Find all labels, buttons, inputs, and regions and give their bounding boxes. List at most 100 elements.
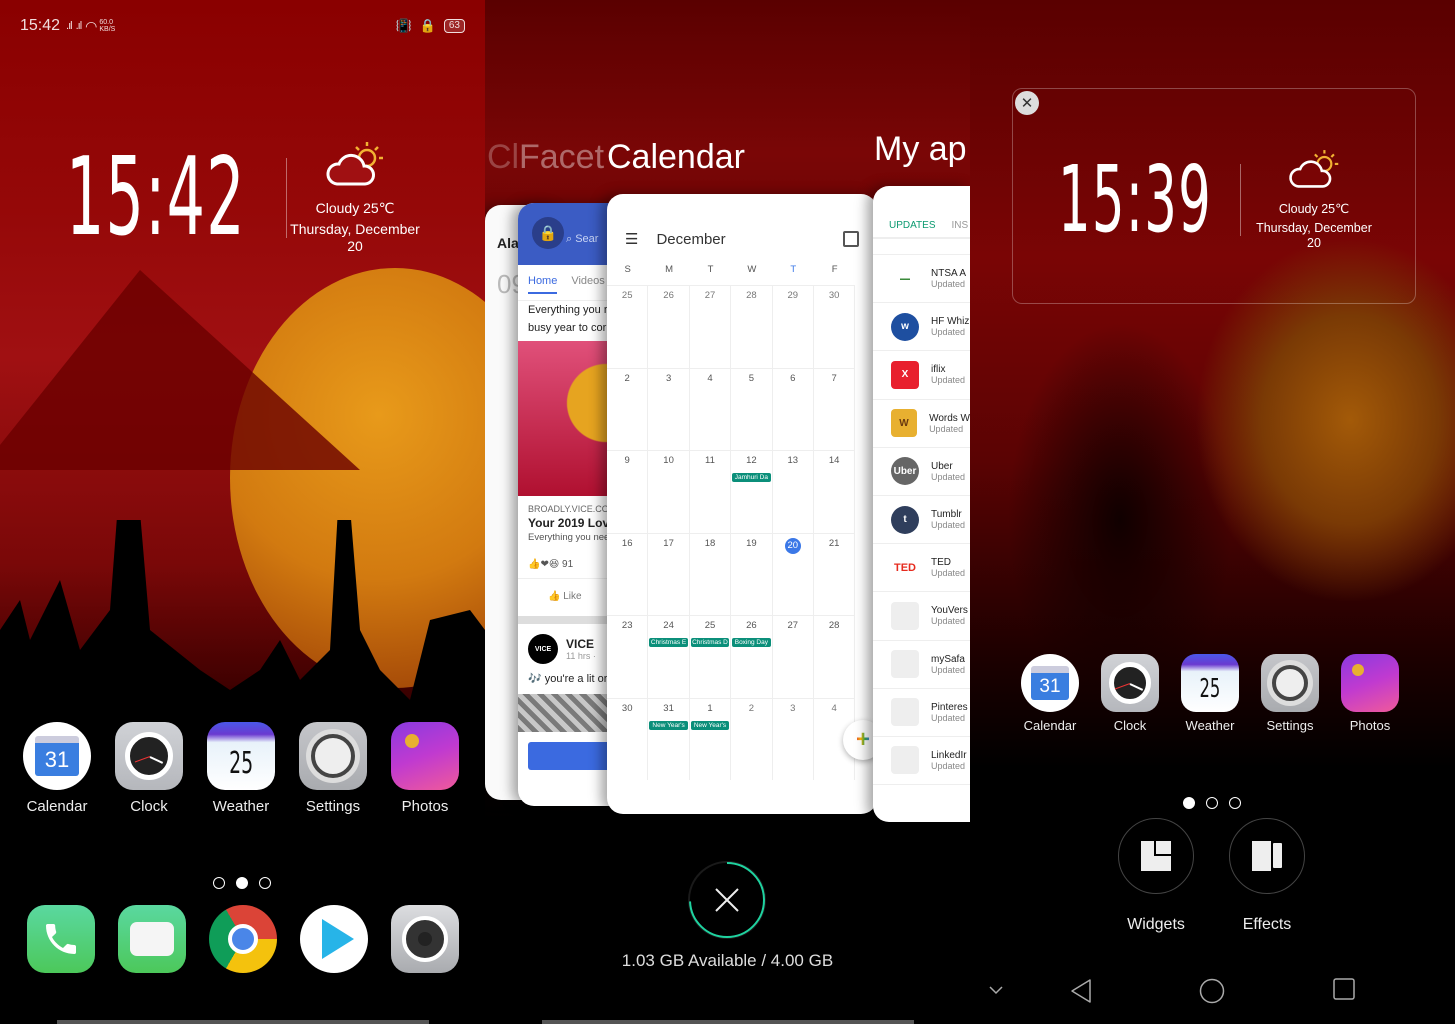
- app-photos[interactable]: Photos: [1341, 654, 1399, 733]
- calendar-event[interactable]: Jamhuri Da: [732, 473, 771, 482]
- collapse-nav-button[interactable]: [988, 984, 1004, 996]
- calendar-day-cell[interactable]: 26: [648, 285, 690, 368]
- update-list-item[interactable]: ▬▬ NTSA A Updated: [873, 255, 970, 304]
- update-list-item[interactable]: W Words W Updated: [873, 400, 970, 448]
- clock-weather-widget[interactable]: 15:42 Cloudy 25℃ Thursday, December 20: [66, 140, 455, 255]
- app-clock[interactable]: Clock: [115, 722, 183, 815]
- update-list-item[interactable]: t Tumblr Updated: [873, 496, 970, 545]
- search-icon[interactable]: ⌕ Sear: [566, 233, 598, 246]
- page-dot-1[interactable]: [213, 877, 225, 889]
- update-list-item[interactable]: Pinteres Updated: [873, 689, 970, 737]
- calendar-day-cell[interactable]: 28: [731, 285, 773, 368]
- calendar-day-cell[interactable]: 31 New Year's: [648, 697, 690, 780]
- calendar-day-cell[interactable]: 3: [648, 367, 690, 450]
- add-event-button[interactable]: +: [843, 720, 877, 760]
- update-list-item[interactable]: Xiflix Updated: [873, 351, 970, 400]
- app-lock-icon[interactable]: 🔒: [532, 217, 564, 249]
- calendar-day-cell[interactable]: 18: [689, 532, 732, 615]
- update-list-item[interactable]: YouVers Updated: [873, 592, 970, 641]
- calendar-day-cell[interactable]: 27: [772, 615, 814, 698]
- tab-home[interactable]: Home: [528, 275, 558, 294]
- calendar-day-cell[interactable]: 30: [607, 697, 649, 780]
- update-list-item[interactable]: mySafa Updated: [873, 641, 970, 689]
- tab-updates[interactable]: UPDATES: [889, 220, 936, 231]
- update-list-item[interactable]: TED TED Updated: [873, 544, 970, 593]
- calendar-event[interactable]: Christmas D: [690, 638, 730, 647]
- calendar-day-cell[interactable]: 2: [731, 697, 773, 780]
- page-indicator[interactable]: [213, 877, 271, 889]
- page-dot-3[interactable]: [259, 877, 271, 889]
- calendar-event[interactable]: Boxing Day: [732, 638, 771, 647]
- chrome-icon[interactable]: [209, 905, 277, 973]
- remove-widget-button[interactable]: ✕: [1015, 91, 1039, 115]
- update-list-item[interactable]: Uber Uber Updated: [873, 448, 970, 496]
- recent-card-calendar[interactable]: ☰ December S M T W T F 25 26 27 28 29 30 2 3 4 5 6 7 9 10 11…: [607, 194, 877, 814]
- tab-installed[interactable]: INS: [952, 220, 969, 231]
- calendar-day-cell[interactable]: 23: [607, 615, 649, 698]
- calendar-day-cell[interactable]: 19: [731, 532, 773, 615]
- app-weather[interactable]: 25 Weather: [207, 722, 275, 815]
- clock-weather-widget[interactable]: 15:39 Cloudy 25℃ Thursday, December 20: [1058, 148, 1399, 251]
- recents-button[interactable]: [1333, 978, 1355, 1000]
- vice-logo[interactable]: VICE: [528, 634, 558, 664]
- calendar-day-cell[interactable]: 1 New Year's: [689, 697, 732, 780]
- calendar-day-cell[interactable]: 17: [648, 532, 690, 615]
- back-button[interactable]: [1070, 978, 1092, 1004]
- calendar-day-cell[interactable]: 14: [813, 450, 856, 533]
- update-list-item[interactable]: LinkedIr Updated: [873, 737, 970, 786]
- messages-icon[interactable]: [118, 905, 186, 973]
- calendar-day-cell[interactable]: 26 Boxing Day: [731, 615, 773, 698]
- calendar-day-cell[interactable]: 12 Jamhuri Da: [731, 450, 773, 533]
- update-list-item[interactable]: w HF Whiz Updated: [873, 303, 970, 352]
- calendar-day-cell[interactable]: 20: [772, 532, 814, 615]
- calendar-day-cell[interactable]: 25: [607, 285, 649, 368]
- page-indicator[interactable]: [1183, 797, 1241, 809]
- calendar-day-cell[interactable]: 13: [772, 450, 814, 533]
- calendar-event[interactable]: New Year's: [649, 720, 688, 730]
- calendar-day-cell[interactable]: 7: [813, 367, 856, 450]
- clear-all-button[interactable]: [688, 861, 766, 939]
- calendar-day-cell[interactable]: 30: [813, 285, 856, 368]
- app-weather[interactable]: 25 Weather: [1181, 654, 1239, 733]
- calendar-day-cell[interactable]: 9: [607, 450, 649, 533]
- phone-icon[interactable]: [27, 905, 95, 973]
- app-settings[interactable]: Settings: [299, 722, 367, 815]
- play-store-icon[interactable]: [300, 905, 368, 973]
- app-settings[interactable]: Settings: [1261, 654, 1319, 733]
- calendar-day-cell[interactable]: 2: [607, 367, 649, 450]
- tab-videos[interactable]: Videos: [571, 275, 604, 294]
- today-icon[interactable]: [843, 231, 859, 247]
- calendar-event[interactable]: New Year's: [690, 720, 730, 730]
- menu-icon[interactable]: ☰: [625, 230, 638, 248]
- calendar-day-cell[interactable]: 6: [772, 367, 814, 450]
- calendar-day-cell[interactable]: 24 Christmas E: [648, 615, 690, 698]
- calendar-day-cell[interactable]: 3: [772, 697, 814, 780]
- camera-icon[interactable]: [391, 905, 459, 973]
- calendar-day-cell[interactable]: 29: [772, 285, 814, 368]
- calendar-day-cell[interactable]: 21: [813, 532, 856, 615]
- thumbs-up-icon: 👍: [548, 591, 561, 602]
- calendar-day-cell[interactable]: 11: [689, 450, 732, 533]
- calendar-day-cell[interactable]: 5: [731, 367, 773, 450]
- widgets-button[interactable]: Widgets: [1118, 818, 1194, 934]
- home-button[interactable]: [1199, 978, 1225, 1004]
- compose-button[interactable]: [528, 742, 618, 770]
- effects-button[interactable]: Effects: [1229, 818, 1305, 934]
- page-dot-1-active[interactable]: [1183, 797, 1195, 809]
- recent-card-play-store[interactable]: UPDATES INS ▬▬ NTSA A Updated w HF Whiz Updat…: [873, 186, 970, 822]
- app-photos[interactable]: Photos: [391, 722, 459, 815]
- app-calendar[interactable]: 31 Calendar: [1021, 654, 1079, 733]
- calendar-day-cell[interactable]: 16: [607, 532, 649, 615]
- calendar-day-cell[interactable]: 27: [689, 285, 732, 368]
- page-dot-2[interactable]: [1206, 797, 1218, 809]
- app-name: Tumblr: [931, 509, 962, 521]
- calendar-day-cell[interactable]: 4: [689, 367, 732, 450]
- calendar-day-cell[interactable]: 10: [648, 450, 690, 533]
- calendar-event[interactable]: Christmas E: [649, 638, 688, 647]
- page-dot-3[interactable]: [1229, 797, 1241, 809]
- app-calendar[interactable]: 31 Calendar: [23, 722, 91, 815]
- page-dot-2-active[interactable]: [236, 877, 248, 889]
- calendar-day-cell[interactable]: 28: [813, 615, 856, 698]
- calendar-day-cell[interactable]: 25 Christmas D: [689, 615, 732, 698]
- app-clock[interactable]: Clock: [1101, 654, 1159, 733]
